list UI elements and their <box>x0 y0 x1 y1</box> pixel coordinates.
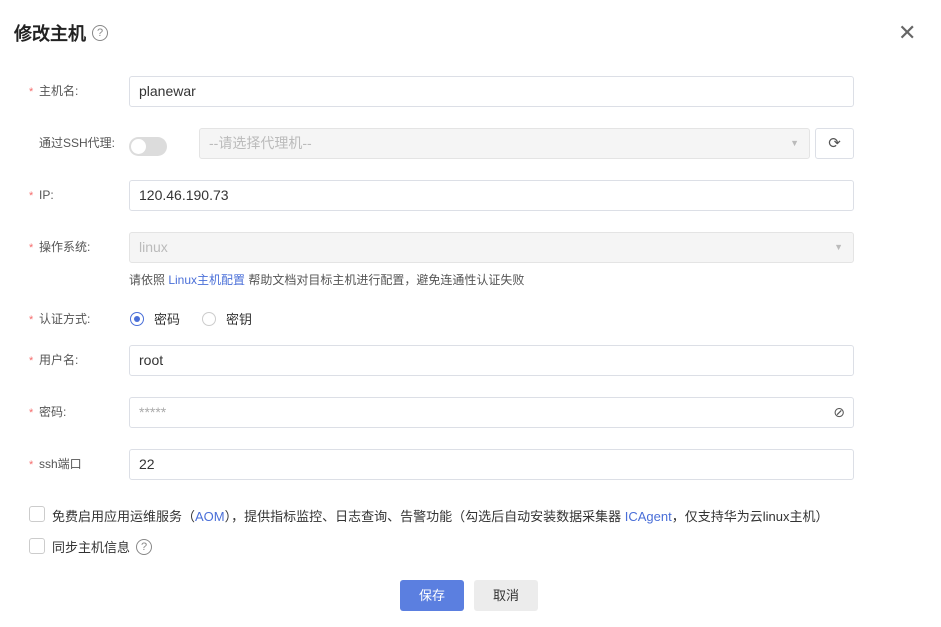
aom-pre: 免费启用应用运维服务（ <box>52 509 196 524</box>
required-mark: * <box>29 314 34 326</box>
chevron-down-icon: ▼ <box>790 138 799 148</box>
ssh-proxy-row: 通过SSH代理: --请选择代理机-- ▼ ⟳ <box>0 128 941 159</box>
required-mark: * <box>29 459 34 471</box>
required-mark: * <box>29 242 34 254</box>
password-label: 密码: <box>39 405 67 419</box>
aom-post: ，仅支持华为云linux主机） <box>671 509 829 524</box>
required-mark: * <box>29 407 34 419</box>
password-value: ***** <box>139 404 167 420</box>
dialog-title: 修改主机? <box>14 20 108 46</box>
title-text: 修改主机 <box>14 24 86 44</box>
save-button[interactable]: 保存 <box>400 580 464 611</box>
sync-label: 同步主机信息? <box>52 537 153 556</box>
os-value: linux <box>139 239 168 255</box>
refresh-icon: ⟳ <box>828 135 841 152</box>
sync-text: 同步主机信息 <box>52 540 131 555</box>
cancel-button[interactable]: 取消 <box>474 580 538 611</box>
auth-row: * 认证方式: 密码 密钥 <box>0 304 941 335</box>
required-mark: * <box>29 190 34 202</box>
eye-hidden-icon[interactable]: ⊘ <box>833 398 845 427</box>
ssh-proxy-toggle[interactable] <box>129 137 167 156</box>
refresh-button[interactable]: ⟳ <box>815 128 854 159</box>
aom-label: 免费启用应用运维服务（AOM），提供指标监控、日志查询、告警功能（勾选后自动安装… <box>52 506 829 525</box>
hint-post: 帮助文档对目标主机进行配置，避免连通性认证失败 <box>245 273 525 287</box>
required-mark: * <box>29 86 34 98</box>
proxy-select[interactable]: --请选择代理机-- ▼ <box>199 128 810 159</box>
username-input[interactable]: root <box>129 345 854 376</box>
os-row: * 操作系统: linux ▼ <box>0 232 941 263</box>
aom-link[interactable]: AOM <box>195 509 225 524</box>
ip-row: * IP: 120.46.190.73 <box>0 180 941 211</box>
help-icon[interactable]: ? <box>92 25 108 41</box>
radio-password-label[interactable]: 密码 <box>154 304 180 335</box>
username-label: 用户名: <box>39 353 79 367</box>
port-row: * ssh端口 22 <box>0 449 941 480</box>
auth-label: 认证方式: <box>39 312 91 326</box>
linux-config-link[interactable]: Linux主机配置 <box>168 273 245 287</box>
aom-checkbox[interactable] <box>29 506 45 522</box>
help-icon[interactable]: ? <box>136 538 153 555</box>
os-label: 操作系统: <box>39 240 91 254</box>
username-row: * 用户名: root <box>0 345 941 376</box>
ip-label: IP: <box>39 188 54 202</box>
os-select[interactable]: linux ▼ <box>129 232 854 263</box>
ssh-proxy-label: 通过SSH代理: <box>39 136 116 150</box>
chevron-down-icon: ▼ <box>834 242 843 252</box>
password-row: * 密码: ***** ⊘ <box>0 397 941 428</box>
hostname-label: 主机名: <box>39 84 79 98</box>
required-mark: * <box>29 355 34 367</box>
ip-input[interactable]: 120.46.190.73 <box>129 180 854 211</box>
proxy-placeholder: --请选择代理机-- <box>209 135 312 151</box>
icagent-link[interactable]: ICAgent <box>625 509 672 524</box>
radio-key[interactable] <box>202 312 216 326</box>
hint-pre: 请依照 <box>129 273 169 287</box>
hostname-row: * 主机名: planewar <box>0 76 941 107</box>
aom-mid: ），提供指标监控、日志查询、告警功能（勾选后自动安装数据采集器 <box>224 509 625 524</box>
config-hint: 请依照 Linux主机配置 帮助文档对目标主机进行配置，避免连通性认证失败 <box>129 271 524 288</box>
password-input[interactable]: ***** ⊘ <box>129 397 854 428</box>
sync-checkbox[interactable] <box>29 538 45 554</box>
close-icon[interactable]: ✕ <box>898 22 916 44</box>
port-input[interactable]: 22 <box>129 449 854 480</box>
port-label: ssh端口 <box>39 457 82 471</box>
radio-key-label[interactable]: 密钥 <box>226 304 252 335</box>
hostname-input[interactable]: planewar <box>129 76 854 107</box>
radio-password[interactable] <box>130 312 144 326</box>
